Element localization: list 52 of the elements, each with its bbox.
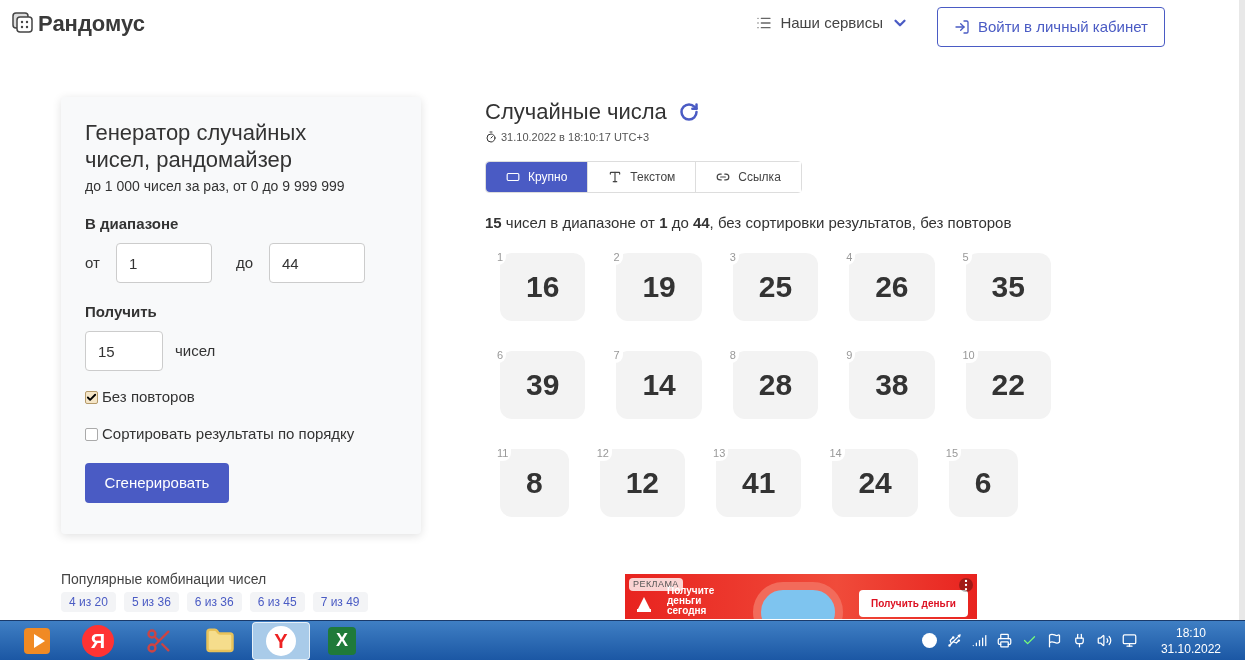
timestamp: 31.10.2022 в 18:10:17 UTC+3 bbox=[501, 130, 650, 145]
to-label: до bbox=[235, 252, 253, 273]
taskbar-app[interactable]: X bbox=[313, 621, 371, 660]
spreadsheet-icon: X bbox=[328, 626, 356, 655]
flag-icon[interactable] bbox=[1046, 633, 1062, 648]
browser-icon: Y bbox=[266, 625, 296, 656]
to-input[interactable]: 44 bbox=[269, 243, 365, 283]
refresh-icon[interactable] bbox=[678, 102, 699, 122]
checkbox[interactable] bbox=[85, 390, 98, 404]
results-summary: 15 чисел в диапазоне от 1 до 44, без сортировки результатов, без повторов bbox=[485, 212, 1013, 233]
text-icon bbox=[608, 169, 623, 184]
card-title: Генератор случайных чисел, рандомайзер bbox=[85, 119, 308, 173]
play-icon bbox=[24, 627, 50, 654]
results-title: Случайные числа bbox=[485, 99, 667, 125]
login-button[interactable]: Войти в личный кабинет bbox=[936, 7, 1165, 47]
count-input[interactable]: 15 bbox=[85, 331, 163, 371]
usb-icon[interactable] bbox=[946, 633, 962, 648]
more-icon[interactable] bbox=[959, 577, 973, 592]
combination-link[interactable]: 4 из 20 bbox=[61, 592, 116, 612]
view-tab[interactable]: Ссылка bbox=[695, 161, 801, 192]
login-icon bbox=[953, 19, 970, 35]
from-label: от bbox=[85, 252, 100, 273]
combination-link[interactable]: 5 из 36 bbox=[123, 592, 179, 612]
count-unit: чисел bbox=[175, 340, 216, 361]
checkbox-label: Сортировать результаты по порядку bbox=[102, 424, 355, 444]
popular-title: Популярные комбинации чисел bbox=[61, 570, 268, 588]
combination-link[interactable]: 6 из 45 bbox=[249, 592, 305, 612]
combination-link[interactable]: 6 из 36 bbox=[186, 592, 242, 612]
view-tab[interactable]: Крупно bbox=[486, 161, 588, 192]
signal-icon[interactable] bbox=[971, 633, 987, 648]
printer-icon[interactable] bbox=[996, 633, 1012, 648]
yandex-icon: Я bbox=[82, 624, 114, 657]
services-menu[interactable]: Наши сервисы bbox=[756, 11, 909, 35]
ad-button[interactable]: Получить деньги bbox=[859, 589, 968, 617]
count-label: Получить bbox=[85, 303, 158, 321]
monitor-icon[interactable] bbox=[1121, 633, 1137, 648]
range-label: В диапазоне bbox=[85, 215, 180, 233]
volume-icon[interactable] bbox=[1096, 633, 1112, 648]
clock-date[interactable]: 31.10.2022 bbox=[1160, 640, 1221, 657]
combination-link[interactable]: 7 из 49 bbox=[312, 592, 368, 612]
checkbox[interactable] bbox=[85, 427, 98, 441]
checkbox-label: Без повторов bbox=[102, 387, 195, 407]
from-input[interactable]: 1 bbox=[115, 243, 212, 283]
taskbar-app[interactable]: Y bbox=[252, 621, 310, 660]
dice-logo-icon bbox=[12, 12, 34, 34]
list-icon bbox=[756, 15, 773, 31]
card-subtitle: до 1 000 чисел за раз, от 0 до 9 999 999 bbox=[85, 177, 346, 195]
generate-button[interactable]: Сгенерировать bbox=[85, 463, 229, 503]
logo-text[interactable]: Рандомус bbox=[38, 6, 145, 40]
clock-time[interactable]: 18:10 bbox=[1175, 624, 1206, 641]
taskbar-app[interactable]: Я bbox=[69, 621, 127, 660]
stopwatch-icon bbox=[485, 131, 497, 144]
